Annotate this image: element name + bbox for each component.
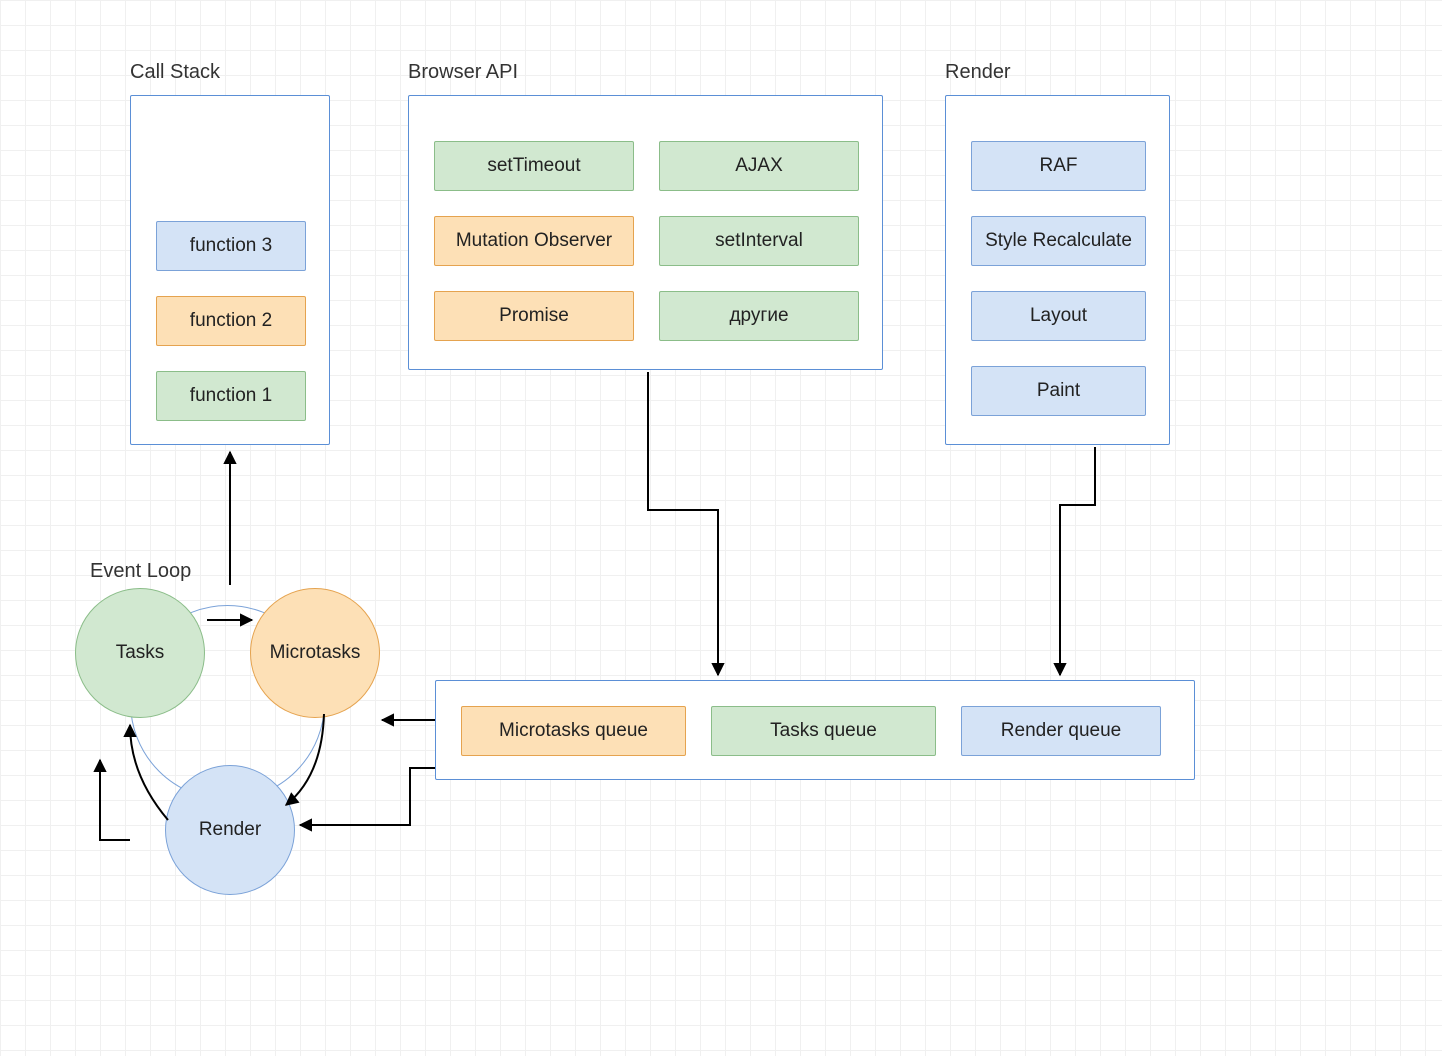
queue-microtasks: Microtasks queue xyxy=(461,706,686,756)
event-loop-tasks: Tasks xyxy=(75,588,205,718)
event-loop-microtasks: Microtasks xyxy=(250,588,380,718)
arrow-render-to-queues xyxy=(1060,447,1095,675)
render-label: Render xyxy=(945,61,1011,84)
queue-render: Render queue xyxy=(961,706,1161,756)
browser-api-panel: setTimeout AJAX Mutation Observer setInt… xyxy=(408,95,883,370)
queues-panel: Microtasks queue Tasks queue Render queu… xyxy=(435,680,1195,780)
render-panel: RAF Style Recalculate Layout Paint xyxy=(945,95,1170,445)
api-item-other: другие xyxy=(659,291,859,341)
call-stack-item: function 3 xyxy=(156,221,306,271)
event-loop-label: Event Loop xyxy=(90,560,191,583)
arrow-queues-to-render xyxy=(300,768,435,825)
api-item-settimeout: setTimeout xyxy=(434,141,634,191)
api-item-promise: Promise xyxy=(434,291,634,341)
render-step-paint: Paint xyxy=(971,366,1146,416)
render-step-raf: RAF xyxy=(971,141,1146,191)
arrow-api-to-queues xyxy=(648,372,718,675)
call-stack-label: Call Stack xyxy=(130,61,220,84)
arrow-render-loopback xyxy=(100,760,130,840)
call-stack-item: function 2 xyxy=(156,296,306,346)
call-stack-panel: function 3 function 2 function 1 xyxy=(130,95,330,445)
call-stack-item: function 1 xyxy=(156,371,306,421)
api-item-mutation-observer: Mutation Observer xyxy=(434,216,634,266)
api-item-setinterval: setInterval xyxy=(659,216,859,266)
diagram-canvas: Call Stack Browser API Render Event Loop… xyxy=(0,0,1442,1056)
queue-tasks: Tasks queue xyxy=(711,706,936,756)
api-item-ajax: AJAX xyxy=(659,141,859,191)
render-step-style-recalculate: Style Recalculate xyxy=(971,216,1146,266)
browser-api-label: Browser API xyxy=(408,61,518,84)
event-loop-render: Render xyxy=(165,765,295,895)
render-step-layout: Layout xyxy=(971,291,1146,341)
